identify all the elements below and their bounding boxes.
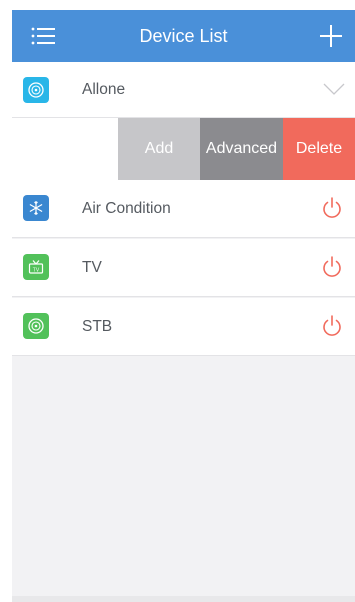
device-row-tv[interactable]: TV TV [12, 239, 355, 297]
device-name: Air Condition [82, 200, 171, 217]
svg-text:TV: TV [33, 267, 40, 273]
add-button[interactable]: Add [118, 118, 200, 180]
tv-icon: TV [23, 254, 49, 280]
swipe-actions-row: Add Advanced Delete [12, 118, 355, 180]
power-icon[interactable] [321, 196, 343, 220]
list-icon[interactable] [31, 26, 55, 46]
power-icon[interactable] [321, 255, 343, 279]
delete-button[interactable]: Delete [283, 118, 355, 180]
device-row-stb[interactable]: STB [12, 298, 355, 356]
device-name: TV [82, 259, 102, 276]
device-list: Allone Add Advanced Delete Air Condition [12, 62, 355, 602]
set-top-box-icon [23, 313, 49, 339]
speaker-icon [23, 77, 49, 103]
power-icon[interactable] [321, 314, 343, 338]
chevron-down-icon[interactable] [323, 82, 345, 96]
group-row-allone[interactable]: Allone [12, 62, 355, 118]
device-row-air-condition[interactable]: Air Condition [12, 180, 355, 238]
device-name: STB [82, 318, 113, 335]
nav-bar: Device List [12, 10, 355, 62]
page-title: Device List [139, 26, 228, 46]
group-name: Allone [82, 81, 126, 98]
plus-icon[interactable] [319, 24, 343, 48]
advanced-button[interactable]: Advanced [200, 118, 283, 180]
bottom-divider [12, 596, 355, 602]
snowflake-icon [23, 195, 49, 221]
